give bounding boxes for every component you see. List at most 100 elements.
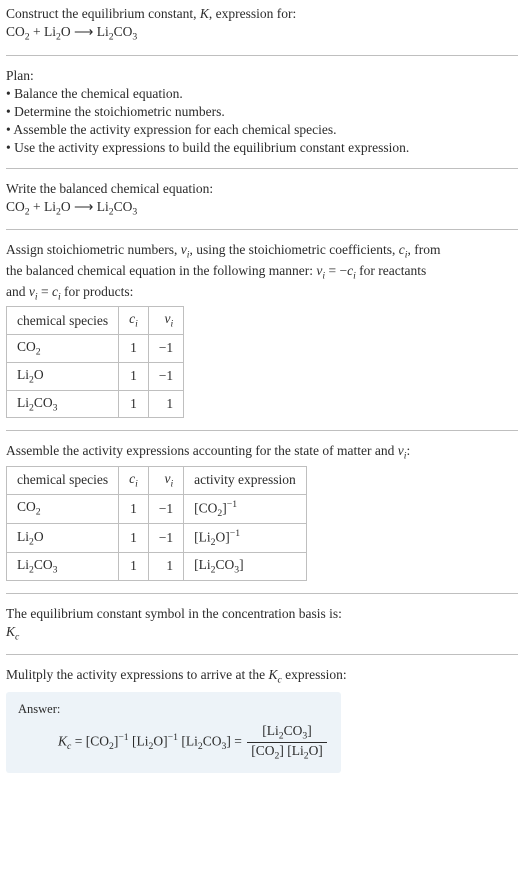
bal-o: O	[61, 199, 74, 214]
intro-line-1: Construct the equilibrium constant, K, e…	[6, 6, 518, 22]
cell-vi: −1	[148, 362, 183, 390]
cell-vi: 1	[148, 390, 183, 418]
fraction-numerator: [Li2CO3]	[247, 723, 327, 743]
bal-rhs-co: CO	[114, 199, 133, 214]
cell-vi: 1	[148, 552, 183, 580]
t2-co: CO	[17, 499, 36, 514]
den-c: O]	[309, 743, 323, 758]
rhs-co3-sub: 3	[132, 32, 137, 43]
ae2-b: O]	[216, 529, 230, 544]
answer-equation: Kc = [CO2]−1 [Li2O]−1 [Li2CO3] = [Li2CO3…	[18, 723, 329, 761]
cell-vi: −1	[148, 335, 183, 363]
divider	[6, 168, 518, 169]
sp-li: Li	[17, 395, 29, 410]
intro-equation: CO2 + Li2O ⟶ Li2CO3	[6, 24, 518, 43]
assign-l2b: for reactants	[356, 263, 426, 278]
symbol-line: The equilibrium constant symbol in the c…	[6, 606, 518, 622]
cell-species: CO2	[7, 335, 119, 363]
table-row: Li2CO3 1 1	[7, 390, 184, 418]
table-header-row: chemical species ci νi activity expressi…	[7, 466, 307, 494]
ae3-c: ]	[239, 557, 244, 572]
assemble-line: Assemble the activity expressions accoun…	[6, 443, 518, 462]
num-b: CO	[284, 723, 303, 738]
sp-co3: 3	[53, 402, 58, 413]
kc-symbol: Kc	[6, 624, 518, 643]
th-ci: ci	[119, 466, 149, 494]
answer-label: Answer:	[18, 702, 329, 717]
th-vi: νi	[148, 466, 183, 494]
sp-co: CO	[34, 395, 53, 410]
den-a: [CO	[251, 743, 274, 758]
ans-p2a: [Li	[129, 733, 149, 748]
cell-species: CO2	[7, 494, 119, 523]
bal-rhs-li: Li	[93, 199, 108, 214]
cell-vi: −1	[148, 523, 183, 552]
table-row: Li2CO3 1 1 [Li2CO3]	[7, 552, 307, 580]
assign-line-2: the balanced chemical equation in the fo…	[6, 263, 518, 282]
assign-l1a: Assign stoichiometric numbers,	[6, 242, 181, 257]
cell-ci: 1	[119, 552, 149, 580]
t2-co2: 2	[36, 507, 41, 518]
ans-k: K	[58, 733, 67, 748]
ans-p3c: ] =	[226, 733, 245, 748]
t2-li: Li	[17, 529, 29, 544]
assign-l2a: the balanced chemical equation in the fo…	[6, 263, 316, 278]
ae3-a: [Li	[194, 557, 211, 572]
mult-text: Mulitply the activity expressions to arr…	[6, 667, 268, 682]
arrow: ⟶	[74, 24, 93, 39]
table-header-row: chemical species ci νi	[7, 307, 184, 335]
rhs-co: CO	[114, 24, 133, 39]
t2-co-b: CO	[34, 557, 53, 572]
cell-activity: [Li2CO3]	[184, 552, 307, 580]
th-ci: ci	[119, 307, 149, 335]
divider	[6, 55, 518, 56]
cell-species: Li2O	[7, 362, 119, 390]
table-row: Li2O 1 −1	[7, 362, 184, 390]
plan-bullet-4: • Use the activity expressions to build …	[6, 140, 518, 156]
cell-species: Li2O	[7, 523, 119, 552]
stoich-table: chemical species ci νi CO2 1 −1 Li2O 1 −…	[6, 306, 184, 418]
divider	[6, 654, 518, 655]
cell-activity: [Li2O]−1	[184, 523, 307, 552]
t2-co3-b: 3	[53, 565, 58, 576]
cell-ci: 1	[119, 390, 149, 418]
cell-ci: 1	[119, 494, 149, 523]
divider	[6, 229, 518, 230]
rhs-li: Li	[93, 24, 108, 39]
activity-table: chemical species ci νi activity expressi…	[6, 466, 307, 581]
t2-o: O	[34, 529, 44, 544]
t2-li-b: Li	[17, 557, 29, 572]
assign-l3a: and	[6, 284, 29, 299]
cell-species: Li2CO3	[7, 552, 119, 580]
assemble-text: Assemble the activity expressions accoun…	[6, 443, 398, 458]
sp-co: CO	[17, 339, 36, 354]
K-symbol: K	[200, 6, 209, 21]
balanced-title: Write the balanced chemical equation:	[6, 181, 518, 197]
table-row: CO2 1 −1	[7, 335, 184, 363]
kc-k: K	[6, 624, 15, 639]
cell-ci: 1	[119, 362, 149, 390]
sp-li: Li	[17, 367, 29, 382]
ae2-exp: −1	[230, 528, 240, 539]
assign-l1b: , using the stoichiometric coefficients,	[189, 242, 398, 257]
ans-p1e: −1	[118, 732, 128, 743]
ae3-b: CO	[216, 557, 235, 572]
table-row: CO2 1 −1 [CO2]−1	[7, 494, 307, 523]
th-vi: νi	[148, 307, 183, 335]
assign-line-1: Assign stoichiometric numbers, νi, using…	[6, 242, 518, 261]
sp-o: O	[34, 367, 44, 382]
divider	[6, 593, 518, 594]
plan-bullet-3: • Assemble the activity expression for e…	[6, 122, 518, 138]
ans-p2b: O]	[153, 733, 167, 748]
mult-tail: expression:	[282, 667, 347, 682]
th2-vi-i: i	[170, 479, 173, 490]
cell-species: Li2CO3	[7, 390, 119, 418]
o-text: O	[61, 24, 74, 39]
assign-eqB: =	[38, 284, 52, 299]
bal-plus: + Li	[30, 199, 56, 214]
bal-arrow: ⟶	[74, 199, 93, 214]
multiply-line: Mulitply the activity expressions to arr…	[6, 667, 518, 686]
ans-p2e: −1	[168, 732, 178, 743]
ans-eq: =	[71, 733, 85, 748]
intro-text-1: Construct the equilibrium constant,	[6, 6, 200, 21]
